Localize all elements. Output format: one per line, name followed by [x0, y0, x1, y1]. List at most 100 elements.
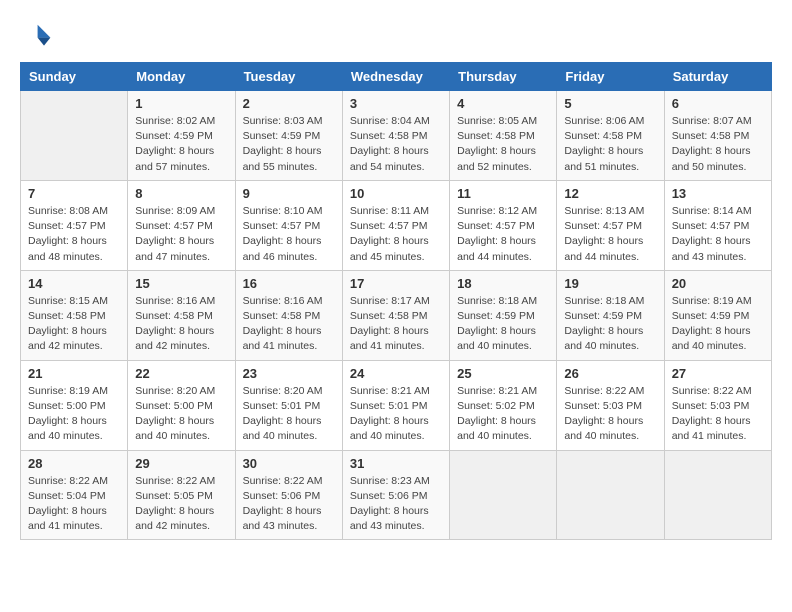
- day-info: Sunrise: 8:22 AM Sunset: 5:06 PM Dayligh…: [243, 474, 335, 535]
- day-number: 12: [564, 186, 656, 201]
- calendar-cell: 5 Sunrise: 8:06 AM Sunset: 4:58 PM Daylig…: [557, 91, 664, 181]
- day-info: Sunrise: 8:07 AM Sunset: 4:58 PM Dayligh…: [672, 114, 764, 175]
- day-number: 26: [564, 366, 656, 381]
- day-info: Sunrise: 8:22 AM Sunset: 5:03 PM Dayligh…: [564, 384, 656, 445]
- calendar-table: SundayMondayTuesdayWednesdayThursdayFrid…: [20, 62, 772, 540]
- calendar-cell: [664, 450, 771, 540]
- day-number: 29: [135, 456, 227, 471]
- calendar-week-row: 21 Sunrise: 8:19 AM Sunset: 5:00 PM Dayli…: [21, 360, 772, 450]
- weekday-header: Friday: [557, 63, 664, 91]
- calendar-cell: 17 Sunrise: 8:17 AM Sunset: 4:58 PM Dayli…: [342, 270, 449, 360]
- day-info: Sunrise: 8:10 AM Sunset: 4:57 PM Dayligh…: [243, 204, 335, 265]
- day-number: 20: [672, 276, 764, 291]
- calendar-cell: 3 Sunrise: 8:04 AM Sunset: 4:58 PM Daylig…: [342, 91, 449, 181]
- day-info: Sunrise: 8:12 AM Sunset: 4:57 PM Dayligh…: [457, 204, 549, 265]
- calendar-week-row: 1 Sunrise: 8:02 AM Sunset: 4:59 PM Daylig…: [21, 91, 772, 181]
- calendar-cell: 24 Sunrise: 8:21 AM Sunset: 5:01 PM Dayli…: [342, 360, 449, 450]
- day-info: Sunrise: 8:16 AM Sunset: 4:58 PM Dayligh…: [243, 294, 335, 355]
- day-info: Sunrise: 8:09 AM Sunset: 4:57 PM Dayligh…: [135, 204, 227, 265]
- day-info: Sunrise: 8:23 AM Sunset: 5:06 PM Dayligh…: [350, 474, 442, 535]
- weekday-header: Wednesday: [342, 63, 449, 91]
- calendar-cell: 8 Sunrise: 8:09 AM Sunset: 4:57 PM Daylig…: [128, 180, 235, 270]
- calendar-cell: 31Sunrise: 8:23 AM Sunset: 5:06 PM Dayli…: [342, 450, 449, 540]
- day-number: 1: [135, 96, 227, 111]
- day-info: Sunrise: 8:05 AM Sunset: 4:58 PM Dayligh…: [457, 114, 549, 175]
- day-info: Sunrise: 8:11 AM Sunset: 4:57 PM Dayligh…: [350, 204, 442, 265]
- day-info: Sunrise: 8:06 AM Sunset: 4:58 PM Dayligh…: [564, 114, 656, 175]
- calendar-cell: 19Sunrise: 8:18 AM Sunset: 4:59 PM Dayli…: [557, 270, 664, 360]
- day-number: 15: [135, 276, 227, 291]
- day-info: Sunrise: 8:16 AM Sunset: 4:58 PM Dayligh…: [135, 294, 227, 355]
- day-info: Sunrise: 8:02 AM Sunset: 4:59 PM Dayligh…: [135, 114, 227, 175]
- calendar-week-row: 7 Sunrise: 8:08 AM Sunset: 4:57 PM Daylig…: [21, 180, 772, 270]
- day-number: 24: [350, 366, 442, 381]
- logo-icon: [20, 20, 52, 52]
- day-number: 22: [135, 366, 227, 381]
- day-info: Sunrise: 8:20 AM Sunset: 5:00 PM Dayligh…: [135, 384, 227, 445]
- day-info: Sunrise: 8:21 AM Sunset: 5:01 PM Dayligh…: [350, 384, 442, 445]
- day-number: 11: [457, 186, 549, 201]
- day-number: 6: [672, 96, 764, 111]
- weekday-header: Monday: [128, 63, 235, 91]
- calendar-cell: [557, 450, 664, 540]
- calendar-cell: 29Sunrise: 8:22 AM Sunset: 5:05 PM Dayli…: [128, 450, 235, 540]
- day-number: 19: [564, 276, 656, 291]
- day-number: 13: [672, 186, 764, 201]
- day-number: 17: [350, 276, 442, 291]
- day-number: 27: [672, 366, 764, 381]
- calendar-cell: 25 Sunrise: 8:21 AM Sunset: 5:02 PM Dayli…: [450, 360, 557, 450]
- day-number: 21: [28, 366, 120, 381]
- day-number: 14: [28, 276, 120, 291]
- day-number: 4: [457, 96, 549, 111]
- day-info: Sunrise: 8:20 AM Sunset: 5:01 PM Dayligh…: [243, 384, 335, 445]
- calendar-cell: 30Sunrise: 8:22 AM Sunset: 5:06 PM Dayli…: [235, 450, 342, 540]
- weekday-header: Saturday: [664, 63, 771, 91]
- day-number: 8: [135, 186, 227, 201]
- day-info: Sunrise: 8:18 AM Sunset: 4:59 PM Dayligh…: [457, 294, 549, 355]
- day-number: 3: [350, 96, 442, 111]
- weekday-header: Thursday: [450, 63, 557, 91]
- calendar-cell: 28 Sunrise: 8:22 AM Sunset: 5:04 PM Dayli…: [21, 450, 128, 540]
- calendar-cell: 18 Sunrise: 8:18 AM Sunset: 4:59 PM Dayli…: [450, 270, 557, 360]
- calendar-cell: [450, 450, 557, 540]
- day-info: Sunrise: 8:17 AM Sunset: 4:58 PM Dayligh…: [350, 294, 442, 355]
- day-number: 7: [28, 186, 120, 201]
- calendar-cell: 16 Sunrise: 8:16 AM Sunset: 4:58 PM Dayli…: [235, 270, 342, 360]
- day-number: 23: [243, 366, 335, 381]
- calendar-cell: 14 Sunrise: 8:15 AM Sunset: 4:58 PM Dayli…: [21, 270, 128, 360]
- day-number: 25: [457, 366, 549, 381]
- logo: [20, 20, 56, 52]
- day-info: Sunrise: 8:15 AM Sunset: 4:58 PM Dayligh…: [28, 294, 120, 355]
- day-number: 2: [243, 96, 335, 111]
- calendar-cell: 11 Sunrise: 8:12 AM Sunset: 4:57 PM Dayli…: [450, 180, 557, 270]
- calendar-cell: 12 Sunrise: 8:13 AM Sunset: 4:57 PM Dayli…: [557, 180, 664, 270]
- day-info: Sunrise: 8:22 AM Sunset: 5:04 PM Dayligh…: [28, 474, 120, 535]
- page-header: [20, 20, 772, 52]
- calendar-cell: 9Sunrise: 8:10 AM Sunset: 4:57 PM Daylig…: [235, 180, 342, 270]
- calendar-cell: 20Sunrise: 8:19 AM Sunset: 4:59 PM Dayli…: [664, 270, 771, 360]
- calendar-cell: [21, 91, 128, 181]
- calendar-cell: 22 Sunrise: 8:20 AM Sunset: 5:00 PM Dayli…: [128, 360, 235, 450]
- day-number: 16: [243, 276, 335, 291]
- weekday-header: Sunday: [21, 63, 128, 91]
- day-info: Sunrise: 8:08 AM Sunset: 4:57 PM Dayligh…: [28, 204, 120, 265]
- calendar-cell: 6 Sunrise: 8:07 AM Sunset: 4:58 PM Daylig…: [664, 91, 771, 181]
- day-number: 28: [28, 456, 120, 471]
- calendar-cell: 7 Sunrise: 8:08 AM Sunset: 4:57 PM Daylig…: [21, 180, 128, 270]
- day-info: Sunrise: 8:22 AM Sunset: 5:03 PM Dayligh…: [672, 384, 764, 445]
- calendar-cell: 1 Sunrise: 8:02 AM Sunset: 4:59 PM Daylig…: [128, 91, 235, 181]
- calendar-cell: 15 Sunrise: 8:16 AM Sunset: 4:58 PM Dayli…: [128, 270, 235, 360]
- calendar-cell: 23 Sunrise: 8:20 AM Sunset: 5:01 PM Dayli…: [235, 360, 342, 450]
- calendar-cell: 2 Sunrise: 8:03 AM Sunset: 4:59 PM Daylig…: [235, 91, 342, 181]
- day-info: Sunrise: 8:03 AM Sunset: 4:59 PM Dayligh…: [243, 114, 335, 175]
- day-number: 18: [457, 276, 549, 291]
- weekday-header: Tuesday: [235, 63, 342, 91]
- day-number: 5: [564, 96, 656, 111]
- calendar-cell: 13Sunrise: 8:14 AM Sunset: 4:57 PM Dayli…: [664, 180, 771, 270]
- calendar-week-row: 28 Sunrise: 8:22 AM Sunset: 5:04 PM Dayli…: [21, 450, 772, 540]
- calendar-cell: 4 Sunrise: 8:05 AM Sunset: 4:58 PM Daylig…: [450, 91, 557, 181]
- day-info: Sunrise: 8:04 AM Sunset: 4:58 PM Dayligh…: [350, 114, 442, 175]
- day-info: Sunrise: 8:13 AM Sunset: 4:57 PM Dayligh…: [564, 204, 656, 265]
- day-info: Sunrise: 8:21 AM Sunset: 5:02 PM Dayligh…: [457, 384, 549, 445]
- day-info: Sunrise: 8:19 AM Sunset: 5:00 PM Dayligh…: [28, 384, 120, 445]
